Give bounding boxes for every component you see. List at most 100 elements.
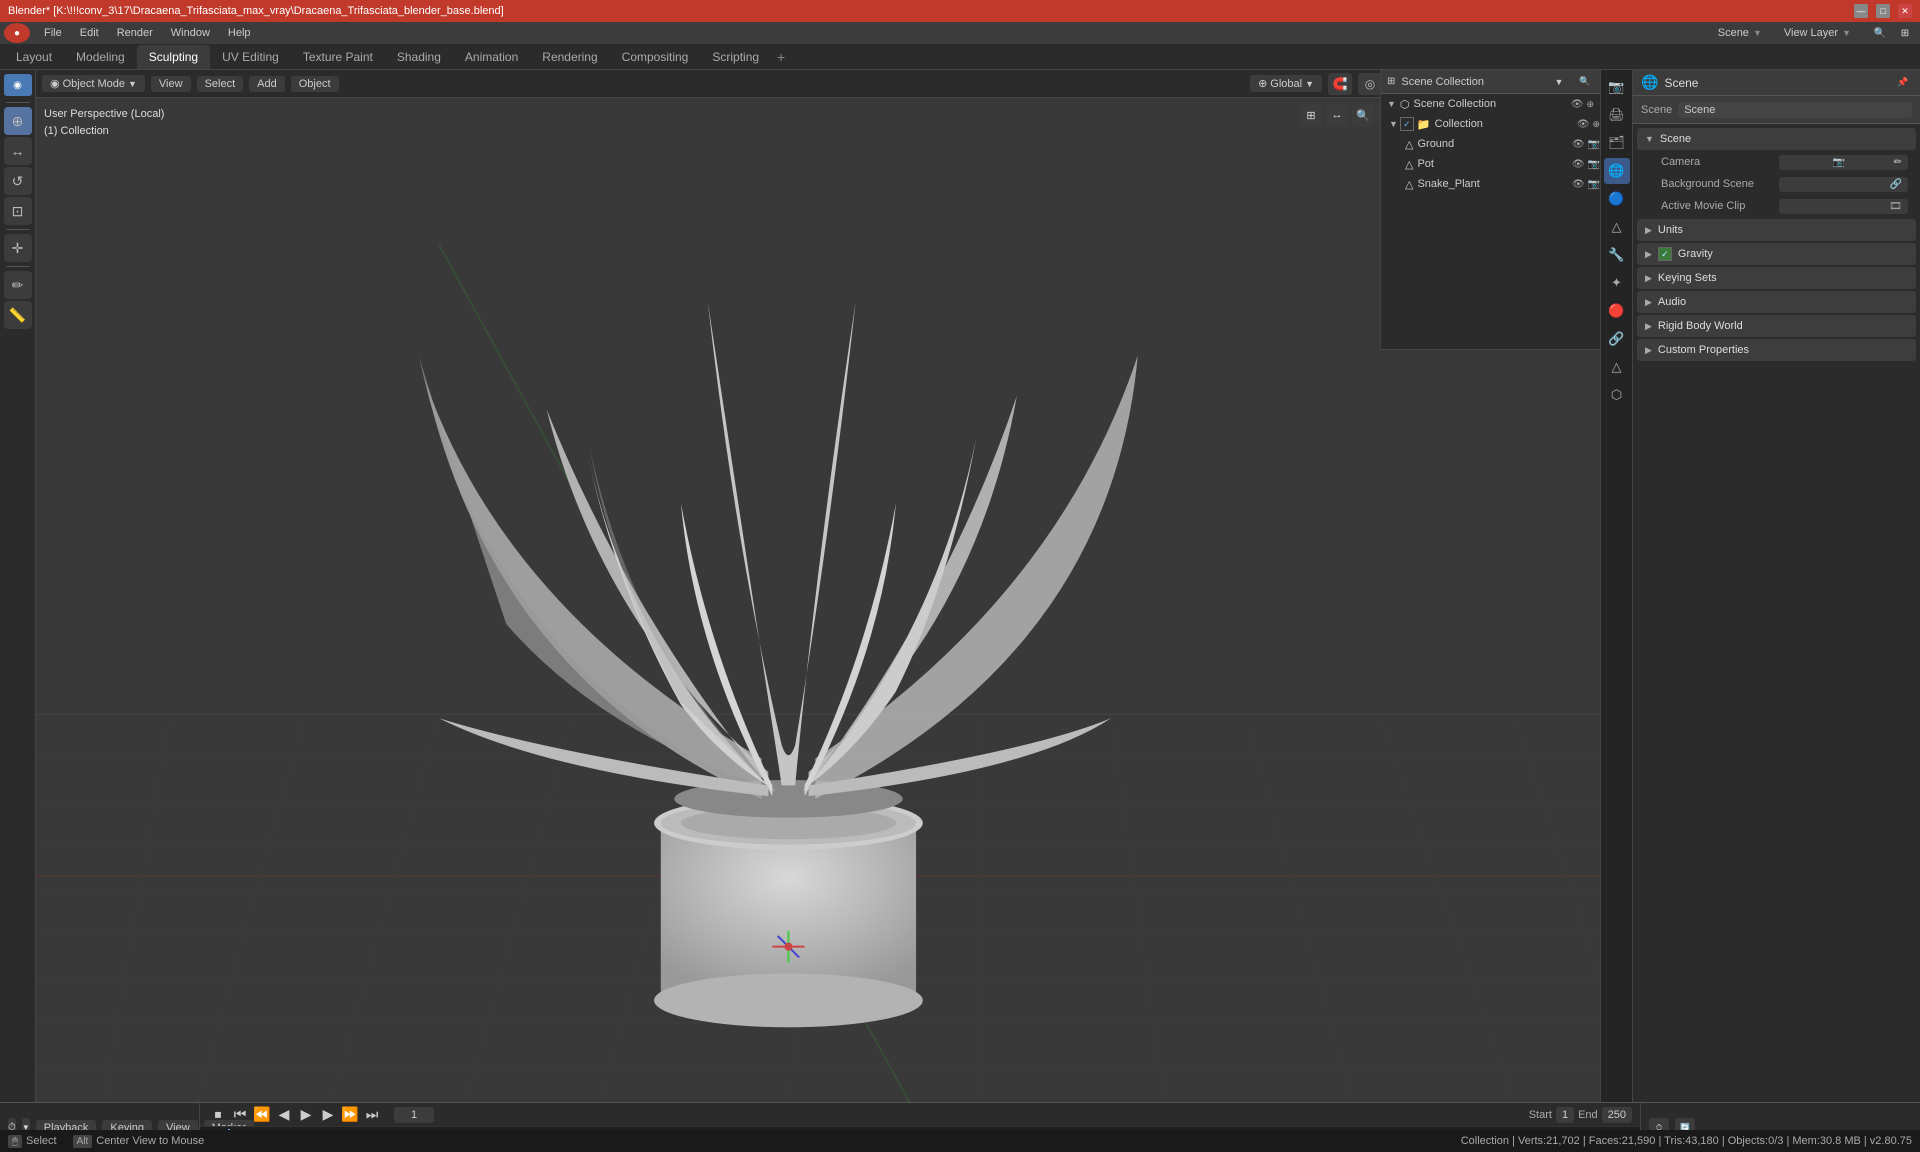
scale-tool[interactable]: ⊡ <box>4 197 32 225</box>
tab-sculpting[interactable]: Sculpting <box>137 45 210 69</box>
gravity-section-header[interactable]: ▶ ✓ Gravity <box>1637 243 1916 265</box>
camera-browse-icon: 📷 <box>1833 157 1845 168</box>
movie-clip-value[interactable]: 🎞 <box>1779 199 1909 214</box>
tab-uv-editing[interactable]: UV Editing <box>210 45 291 69</box>
snap-btn[interactable]: 🧲 <box>1328 73 1352 95</box>
prop-output-icon[interactable]: 🖨 <box>1604 102 1630 128</box>
scene-section-label: Scene <box>1660 133 1691 145</box>
collection-arrow: ▼ <box>1389 119 1398 129</box>
gravity-checkbox[interactable]: ✓ <box>1658 247 1672 261</box>
add-menu-btn[interactable]: Add <box>249 76 285 92</box>
maximize-btn[interactable]: □ <box>1876 4 1890 18</box>
object-mode-btn[interactable]: ◉ Object Mode ▼ <box>42 75 145 92</box>
prop-material-icon[interactable]: ⬡ <box>1604 382 1630 408</box>
outliner-snake-plant[interactable]: △ Snake_Plant 👁 📷 <box>1381 174 1600 194</box>
tab-animation[interactable]: Animation <box>453 45 530 69</box>
view-layer-selector[interactable]: View Layer ▼ <box>1776 25 1859 41</box>
properties-pin-btn[interactable]: 📌 <box>1894 74 1912 92</box>
prop-render-icon[interactable]: 📷 <box>1604 74 1630 100</box>
transform-tool[interactable]: ✛ <box>4 234 32 262</box>
measure-icon: 📏 <box>9 307 26 324</box>
jump-end-btn[interactable]: ⏭ <box>362 1105 382 1125</box>
outliner-pot[interactable]: △ Pot 👁 📷 <box>1381 154 1600 174</box>
rigid-body-section-header[interactable]: ▶ Rigid Body World <box>1637 315 1916 337</box>
menu-help[interactable]: Help <box>220 25 259 41</box>
end-frame-field[interactable]: 250 <box>1602 1107 1632 1123</box>
next-frame-btn[interactable]: ▶ <box>318 1105 338 1125</box>
menubar-icon-2[interactable]: ⊞ <box>1894 23 1916 43</box>
transform-orientation-btn[interactable]: ⊕ Global ▼ <box>1250 75 1322 92</box>
tab-add-btn[interactable]: + <box>771 47 791 67</box>
tab-modeling[interactable]: Modeling <box>64 45 137 69</box>
scene-collection-arrow: ▼ <box>1387 99 1396 109</box>
move-tool[interactable]: ↔ <box>4 137 32 165</box>
background-scene-value[interactable]: 🔗 <box>1779 177 1909 192</box>
mode-btn[interactable]: ◉ <box>4 74 32 96</box>
transform-orientation-dropdown: ▼ <box>1305 79 1314 89</box>
menu-edit[interactable]: Edit <box>72 25 107 41</box>
rotate-tool[interactable]: ↺ <box>4 167 32 195</box>
units-section-header[interactable]: ▶ Units <box>1637 219 1916 241</box>
current-frame-field[interactable]: 1 <box>394 1107 434 1123</box>
window-title: Blender* [K:\!!!conv_3\17\Dracaena_Trifa… <box>8 5 504 17</box>
camera-edit-icon: ✏ <box>1894 157 1902 168</box>
outliner-collection[interactable]: ▼ ✓ 📁 Collection 👁 ⊕ <box>1381 114 1600 134</box>
tab-compositing[interactable]: Compositing <box>610 45 701 69</box>
audio-section-header[interactable]: ▶ Audio <box>1637 291 1916 313</box>
view-menu-btn[interactable]: View <box>151 76 191 92</box>
custom-props-section-header[interactable]: ▶ Custom Properties <box>1637 339 1916 361</box>
stop-btn[interactable]: ⏹ <box>208 1105 228 1125</box>
close-btn[interactable]: ✕ <box>1898 4 1912 18</box>
scene-collection-row[interactable]: ▼ ⬡ Scene Collection 👁 ⊕ <box>1381 94 1600 114</box>
annotate-tool[interactable]: ✏ <box>4 271 32 299</box>
menubar-icon-1[interactable]: 🔍 <box>1869 23 1891 43</box>
tab-texture-paint[interactable]: Texture Paint <box>291 45 385 69</box>
tab-layout[interactable]: Layout <box>4 45 64 69</box>
prev-keyframe-btn[interactable]: ⏪ <box>252 1105 272 1125</box>
prop-scene-icon[interactable]: 🌐 <box>1604 158 1630 184</box>
prop-data-icon[interactable]: △ <box>1604 354 1630 380</box>
prev-frame-btn[interactable]: ◀ <box>274 1105 294 1125</box>
outliner-filter-btn[interactable]: ▼ <box>1550 73 1568 91</box>
scene-section-header[interactable]: ▼ Scene <box>1637 128 1916 150</box>
outliner-ground[interactable]: △ Ground 👁 📷 <box>1381 134 1600 154</box>
proportional-edit-btn[interactable]: ◎ <box>1358 73 1382 95</box>
prop-object-icon[interactable]: △ <box>1604 214 1630 240</box>
prop-physics-icon[interactable]: 🔴 <box>1604 298 1630 324</box>
jump-start-btn[interactable]: ⏮ <box>230 1105 250 1125</box>
next-keyframe-btn[interactable]: ⏩ <box>340 1105 360 1125</box>
tab-scripting[interactable]: Scripting <box>700 45 771 69</box>
tab-shading[interactable]: Shading <box>385 45 453 69</box>
scene-name-field[interactable]: Scene <box>1678 102 1912 118</box>
start-frame-field[interactable]: 1 <box>1556 1107 1574 1123</box>
camera-value[interactable]: 📷 ✏ <box>1779 155 1909 170</box>
tab-rendering[interactable]: Rendering <box>530 45 609 69</box>
cursor-tool[interactable]: ⊕ <box>4 107 32 135</box>
camera-label: Camera <box>1661 156 1779 168</box>
scene-selector[interactable]: Scene ▼ <box>1710 25 1770 41</box>
menubar-right-icons: 🔍 ⊞ <box>1869 23 1916 43</box>
menu-window[interactable]: Window <box>163 25 218 41</box>
viewport-3d[interactable]: User Perspective (Local) (1) Collection … <box>36 98 1600 1102</box>
menu-render[interactable]: Render <box>109 25 161 41</box>
viewport-tool-3[interactable]: 🔍 <box>1352 104 1374 126</box>
keying-sets-section-header[interactable]: ▶ Keying Sets <box>1637 267 1916 289</box>
prop-world-icon[interactable]: 🔵 <box>1604 186 1630 212</box>
prop-modifier-icon[interactable]: 🔧 <box>1604 242 1630 268</box>
viewport-tool-2[interactable]: ↔ <box>1326 104 1348 126</box>
outliner-search-btn[interactable]: 🔍 <box>1576 73 1594 91</box>
particles-prop-icon: ✦ <box>1611 275 1622 291</box>
collection-check[interactable]: ✓ <box>1400 117 1414 131</box>
prop-section-scene: ▼ Scene Camera 📷 ✏ Backgroun <box>1637 128 1916 217</box>
minimize-btn[interactable]: — <box>1854 4 1868 18</box>
prop-particles-icon[interactable]: ✦ <box>1604 270 1630 296</box>
measure-tool[interactable]: 📏 <box>4 301 32 329</box>
prop-view-layer-icon[interactable]: 🗂 <box>1604 130 1630 156</box>
viewport-tool-1[interactable]: ⊞ <box>1300 104 1322 126</box>
menu-file[interactable]: File <box>36 25 70 41</box>
status-select: 🖱 Select <box>8 1135 57 1148</box>
object-menu-btn[interactable]: Object <box>291 76 339 92</box>
select-menu-btn[interactable]: Select <box>197 76 244 92</box>
play-btn[interactable]: ▶ <box>296 1105 316 1125</box>
prop-constraints-icon[interactable]: 🔗 <box>1604 326 1630 352</box>
